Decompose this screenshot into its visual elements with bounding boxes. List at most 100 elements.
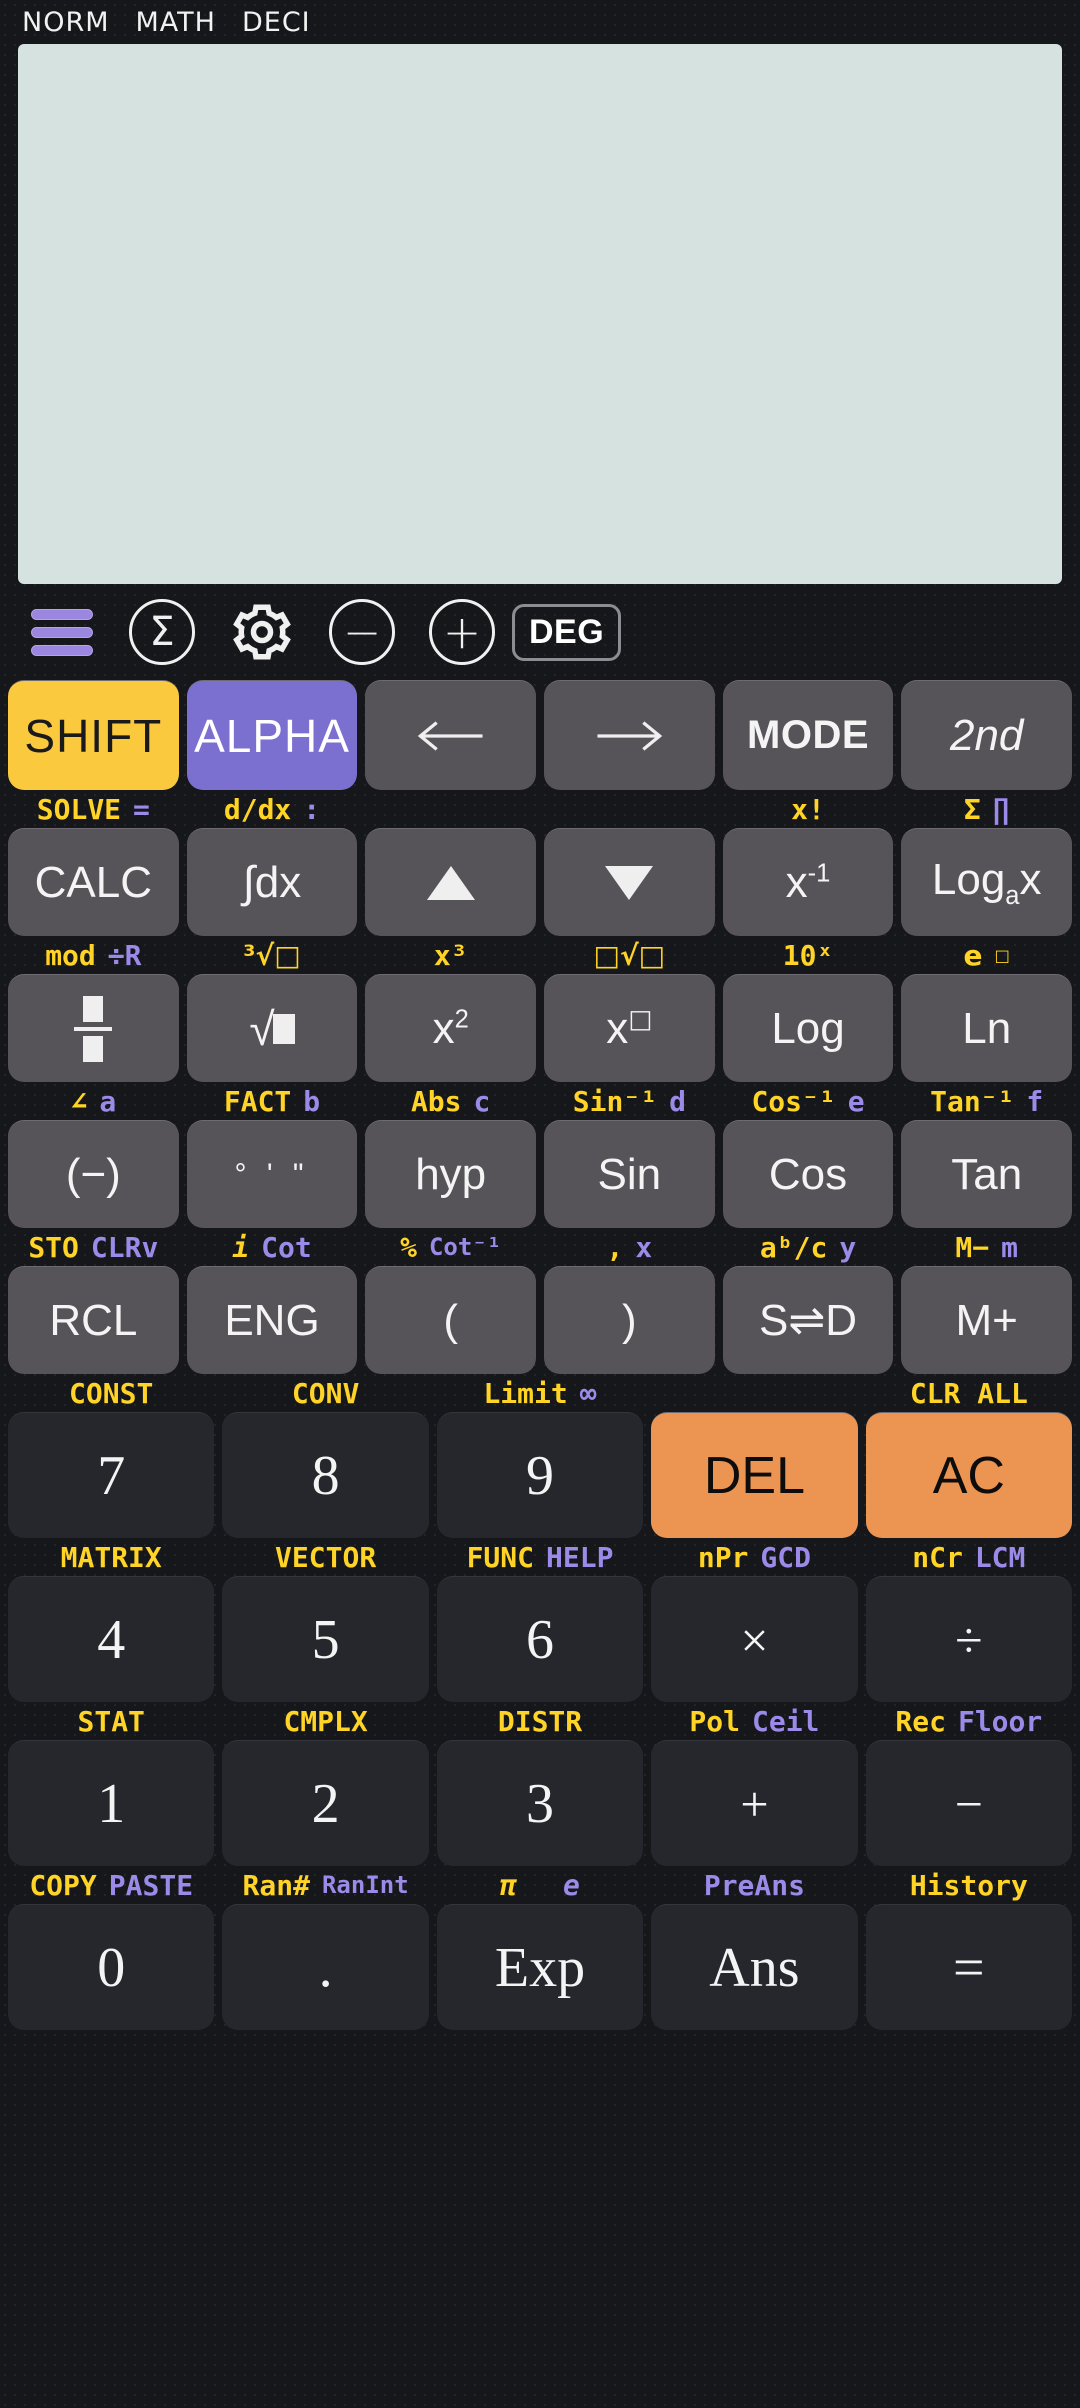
key-del[interactable]: DEL (651, 1412, 858, 1538)
key-row-trig: (−) ° ' " hyp Sin Cos Tan (8, 1120, 1073, 1228)
key-multiply[interactable]: × (651, 1576, 858, 1702)
key-2nd[interactable]: 2nd (901, 680, 1073, 790)
fraction-icon (74, 995, 113, 1062)
zoom-out-button[interactable]: − (312, 584, 412, 680)
key-reciprocal[interactable]: x-1 (722, 828, 894, 936)
calculator-display[interactable] (18, 44, 1062, 584)
key-fraction[interactable] (8, 974, 179, 1082)
key-paren-open[interactable]: ( (365, 1266, 537, 1374)
key-8[interactable]: 8 (222, 1412, 429, 1538)
key-6[interactable]: 6 (436, 1576, 644, 1702)
key-minus[interactable]: − (865, 1740, 1073, 1866)
label-ddx: d/dx : (223, 792, 321, 826)
label-preans: PreAns (703, 1868, 805, 1902)
key-5[interactable]: 5 (222, 1576, 429, 1702)
key-divide[interactable]: ÷ (865, 1576, 1073, 1702)
label-sto: STO CLRv (28, 1230, 159, 1264)
label-clr-all: CLR ALL (909, 1376, 1028, 1410)
key-sqrt[interactable]: √ (186, 974, 358, 1082)
key-power-label: x□ (606, 1003, 653, 1053)
label-asin: Sin⁻¹ d (572, 1084, 686, 1118)
key-reciprocal-label: x-1 (785, 857, 831, 907)
label-row-mem: STO CLRv i Cot % Cot⁻¹ , x aᵇ/c y M− m (8, 1228, 1072, 1266)
key-rcl[interactable]: RCL (8, 1266, 179, 1374)
key-square-label: x2 (432, 1003, 469, 1053)
settings-button[interactable] (212, 584, 312, 680)
key-7[interactable]: 7 (8, 1412, 215, 1538)
label-e-pow: e □ (963, 938, 1010, 972)
label-factorial: x! (791, 792, 825, 826)
key-arrow-left[interactable] (365, 680, 537, 790)
key-2[interactable]: 2 (222, 1740, 429, 1866)
menu-icon (31, 608, 93, 656)
key-square[interactable]: x2 (365, 974, 537, 1082)
status-deci: DECI (241, 6, 311, 38)
label-m-minus: M− m (955, 1230, 1018, 1264)
menu-button[interactable] (12, 584, 112, 680)
label-pol-ceil: Pol Ceil (689, 1704, 820, 1738)
key-cos[interactable]: Cos (722, 1120, 894, 1228)
key-arrow-right[interactable] (544, 680, 715, 790)
key-1[interactable]: 1 (8, 1740, 215, 1866)
zoom-in-button[interactable]: + (412, 584, 512, 680)
label-mod: mod ÷R (45, 938, 142, 972)
status-math: MATH (135, 6, 216, 38)
gear-icon (233, 604, 291, 660)
triangle-down-icon (605, 865, 654, 900)
key-4[interactable]: 4 (8, 1576, 215, 1702)
key-eng[interactable]: ENG (186, 1266, 358, 1374)
key-down[interactable] (544, 828, 715, 936)
label-npr-gcd: nPr GCD (697, 1540, 811, 1574)
key-log[interactable]: Log (722, 974, 894, 1082)
key-tan[interactable]: Tan (901, 1120, 1073, 1228)
key-integral[interactable]: ∫dx (186, 828, 358, 936)
key-ac[interactable]: AC (865, 1412, 1073, 1538)
arrow-right-icon (597, 720, 663, 751)
key-hyp[interactable]: hyp (365, 1120, 537, 1228)
key-dms[interactable]: ° ' " (186, 1120, 358, 1228)
key-exp[interactable]: Exp (436, 1904, 644, 2030)
key-row-frac: √ x2 x□ Log Ln (8, 974, 1073, 1082)
key-log-base-label: Logax (931, 854, 1042, 910)
key-s-d[interactable]: S⇌D (722, 1266, 894, 1374)
key-equals[interactable]: = (865, 1904, 1073, 2030)
minus-circle-icon: − (329, 599, 395, 665)
label-distr: DISTR (497, 1704, 583, 1738)
key-9[interactable]: 9 (436, 1412, 644, 1538)
label-history: History (909, 1868, 1028, 1902)
key-power[interactable]: x□ (544, 974, 715, 1082)
key-shift[interactable]: SHIFT (8, 680, 179, 790)
status-norm: NORM (22, 6, 110, 38)
key-alpha[interactable]: ALPHA (186, 680, 358, 790)
angle-mode-button[interactable]: DEG (512, 584, 622, 680)
key-m-plus[interactable]: M+ (901, 1266, 1073, 1374)
label-func-help: FUNC HELP (466, 1540, 614, 1574)
label-limit: Limit ∞ (483, 1376, 597, 1410)
key-ans[interactable]: Ans (651, 1904, 858, 2030)
label-vector: VECTOR (275, 1540, 377, 1574)
key-mode[interactable]: MODE (722, 680, 894, 790)
label-row-0: COPY PASTE Ran# RanInt π e PreAns Histor… (8, 1866, 1072, 1904)
plus-circle-icon: + (429, 599, 495, 665)
key-paren-close[interactable]: ) (544, 1266, 715, 1374)
key-negate[interactable]: (−) (8, 1120, 179, 1228)
key-log-base[interactable]: Logax (901, 828, 1073, 936)
key-sin[interactable]: Sin (544, 1120, 715, 1228)
label-acos: Cos⁻¹ e (751, 1084, 865, 1118)
key-3[interactable]: 3 (436, 1740, 644, 1866)
key-calc[interactable]: CALC (8, 828, 179, 936)
key-ln[interactable]: Ln (901, 974, 1073, 1082)
sigma-button[interactable]: Σ (112, 584, 212, 680)
label-random: Ran# RanInt (242, 1868, 409, 1902)
sigma-icon: Σ (129, 599, 195, 665)
keypad: SHIFT ALPHA MODE 2nd SOLVE = d/dx : x! Σ… (0, 680, 1080, 2408)
label-mixed-frac: aᵇ/c y (759, 1230, 857, 1264)
label-stat: STAT (77, 1704, 145, 1738)
key-up[interactable] (365, 828, 537, 936)
key-decimal[interactable]: . (222, 1904, 429, 2030)
key-0[interactable]: 0 (8, 1904, 215, 2030)
sqrt-icon: √ (249, 1002, 295, 1056)
display-area (0, 44, 1080, 584)
key-plus[interactable]: + (651, 1740, 858, 1866)
label-angle: ∠ a (70, 1084, 117, 1118)
